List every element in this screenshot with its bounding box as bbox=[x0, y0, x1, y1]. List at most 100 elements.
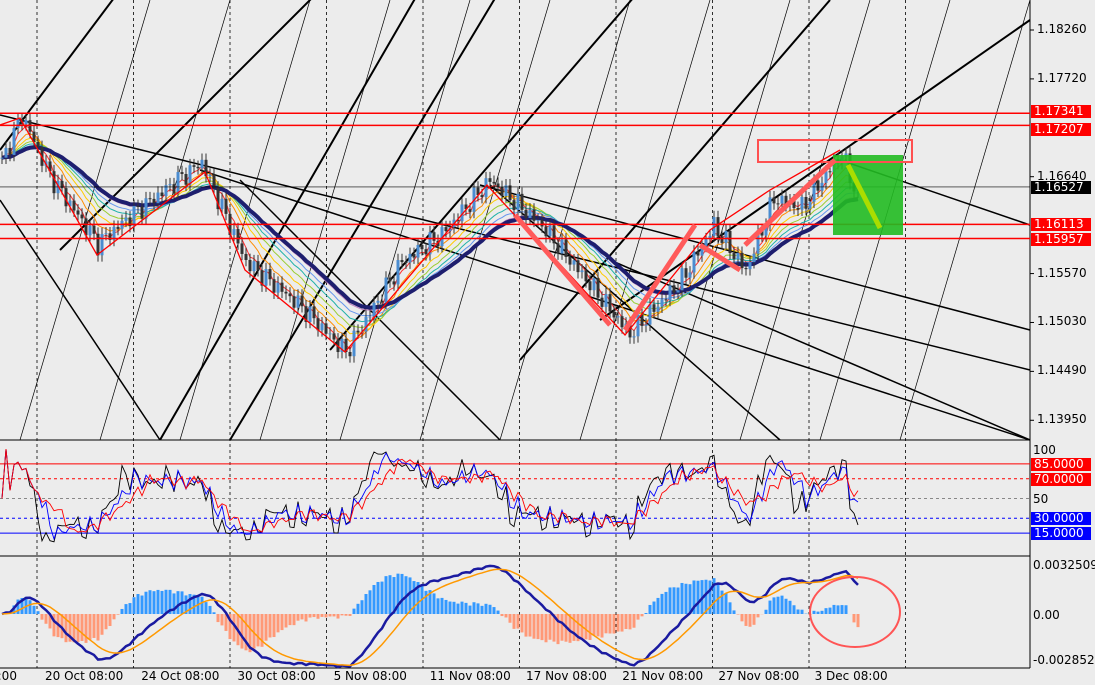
macd-bar bbox=[216, 614, 220, 623]
candle bbox=[648, 304, 652, 325]
macd-bar bbox=[308, 614, 312, 618]
candle bbox=[380, 300, 384, 303]
candle bbox=[264, 269, 268, 286]
candle bbox=[232, 229, 236, 236]
macd-bar bbox=[772, 597, 776, 614]
price-level-tag: 1.17341 bbox=[1031, 105, 1091, 119]
candle bbox=[660, 299, 664, 307]
candle bbox=[800, 197, 804, 210]
macd-bar bbox=[516, 614, 520, 629]
candle bbox=[732, 253, 736, 259]
candle bbox=[16, 118, 20, 129]
macd-bar bbox=[656, 597, 660, 614]
macd-bar bbox=[732, 610, 736, 614]
macd-bar bbox=[372, 584, 376, 614]
macd-bar bbox=[448, 601, 452, 614]
macd-bar bbox=[156, 589, 160, 614]
candle bbox=[36, 141, 40, 147]
macd-bar bbox=[28, 600, 32, 614]
macd-bar bbox=[160, 590, 164, 614]
candle bbox=[488, 178, 492, 182]
macd-bar bbox=[596, 614, 600, 637]
candle bbox=[96, 233, 100, 256]
macd-bar bbox=[332, 614, 336, 617]
candle bbox=[224, 198, 228, 214]
macd-bar bbox=[264, 614, 268, 641]
macd-bar bbox=[780, 595, 784, 614]
candle bbox=[104, 233, 108, 235]
candle bbox=[612, 311, 616, 318]
macd-bar bbox=[600, 614, 604, 638]
date-label: 3:00 bbox=[0, 669, 17, 683]
macd-bar bbox=[684, 583, 688, 614]
macd-bar bbox=[364, 594, 368, 614]
macd-bar bbox=[456, 603, 460, 614]
candle bbox=[404, 262, 408, 264]
macd-tick-label: 0.00 bbox=[1033, 608, 1060, 622]
candle bbox=[724, 230, 728, 243]
macd-bar bbox=[124, 604, 128, 614]
candle bbox=[324, 323, 328, 334]
macd-bar bbox=[136, 594, 140, 614]
candle bbox=[824, 171, 828, 183]
macd-bar bbox=[336, 614, 340, 619]
macd-bar bbox=[316, 614, 320, 619]
macd-bar bbox=[728, 602, 732, 614]
candle bbox=[200, 159, 204, 169]
macd-bar bbox=[664, 591, 668, 614]
osc-max-label: 100 bbox=[1033, 443, 1056, 457]
macd-bar bbox=[736, 614, 740, 615]
macd-bar bbox=[212, 612, 216, 614]
candle bbox=[584, 270, 588, 282]
price-tick-label: 1.15570 bbox=[1037, 265, 1087, 280]
candle bbox=[308, 306, 312, 322]
macd-bar bbox=[640, 614, 644, 617]
candle bbox=[4, 147, 8, 158]
date-label: 5 Nov 08:00 bbox=[333, 669, 407, 683]
candle bbox=[652, 304, 656, 312]
candle bbox=[424, 249, 428, 255]
macd-bar bbox=[312, 614, 316, 618]
candle bbox=[748, 262, 752, 270]
macd-bar bbox=[508, 614, 512, 623]
macd-bar bbox=[840, 605, 844, 614]
macd-bar bbox=[104, 614, 108, 630]
date-label: 27 Nov 08:00 bbox=[718, 669, 800, 683]
macd-bar bbox=[452, 601, 456, 614]
macd-bar bbox=[32, 605, 36, 614]
price-level-tag: 1.17207 bbox=[1031, 123, 1091, 137]
macd-bar bbox=[304, 614, 308, 622]
candle bbox=[408, 253, 412, 263]
candle bbox=[540, 219, 544, 227]
candle bbox=[416, 244, 420, 258]
candle bbox=[560, 239, 564, 254]
macd-bar bbox=[44, 614, 48, 624]
candle bbox=[752, 253, 756, 263]
macd-bar bbox=[616, 614, 620, 632]
macd-bar bbox=[292, 614, 296, 626]
macd-bar bbox=[468, 605, 472, 614]
macd-bar bbox=[376, 581, 380, 614]
macd-bar bbox=[608, 614, 612, 634]
candle bbox=[780, 195, 784, 204]
candle bbox=[252, 261, 256, 272]
candle bbox=[136, 205, 140, 207]
candle bbox=[688, 272, 692, 278]
macd-bar bbox=[776, 596, 780, 614]
chart-window[interactable]: 1.17341 1.17207 1.16527 1.16113 1.15957 1.182… bbox=[0, 0, 1095, 685]
candle bbox=[312, 306, 316, 319]
candle bbox=[600, 297, 604, 307]
candle bbox=[568, 256, 572, 265]
macd-bar bbox=[300, 614, 304, 620]
candle bbox=[188, 165, 192, 185]
candle bbox=[192, 165, 196, 167]
chart-canvas[interactable] bbox=[0, 0, 1095, 685]
macd-bar bbox=[116, 614, 120, 615]
macd-bar bbox=[384, 576, 388, 614]
candle bbox=[692, 251, 696, 273]
macd-bar bbox=[524, 614, 528, 637]
date-label: 30 Oct 08:00 bbox=[237, 669, 316, 683]
macd-bar bbox=[464, 602, 468, 614]
macd-bar bbox=[824, 608, 828, 614]
candle bbox=[684, 268, 688, 278]
